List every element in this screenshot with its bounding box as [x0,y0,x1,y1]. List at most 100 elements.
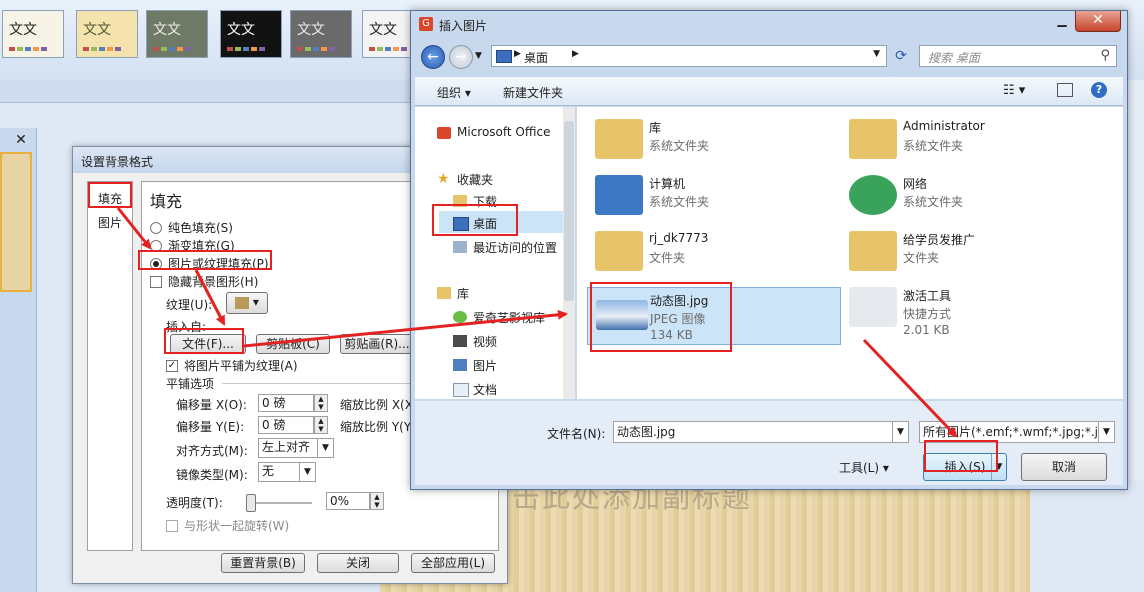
file-item[interactable]: 计算机 系统文件夹 [587,171,841,223]
theme-sample-text: 文文 [83,22,111,38]
scrollbar-thumb[interactable] [564,121,574,301]
close-button[interactable]: 关闭 [317,553,399,573]
theme-thumbnail[interactable]: 文文 [220,10,282,58]
hide-bg-checkbox[interactable] [150,276,162,288]
theme-sample-text: 文文 [9,22,37,38]
tree-item-iqiyi[interactable]: 爱奇艺影视库 [473,309,545,326]
tree-item-favorites[interactable]: 收藏夹 [457,171,493,188]
organize-label: 组织 [437,86,462,100]
hide-bg-label[interactable]: 隐藏背景图形(H) [168,273,258,290]
solid-fill-radio[interactable] [150,222,162,234]
file-item[interactable]: 激活工具 快捷方式 2.01 KB [841,283,1095,337]
tile-label[interactable]: 将图片平铺为纹理(A) [184,357,298,374]
file-item[interactable]: rj_dk7773 文件夹 [587,227,841,279]
recent-places-icon [453,241,467,253]
tree-item-recent[interactable]: 最近访问的位置 [473,239,557,256]
file-list: 库系统文件夹 Administrator 系统文件夹 计算机 系统文件夹 网络 系统文件夹 r… [577,107,1123,399]
filename-input[interactable]: 动态图.jpg ▼ [613,421,909,443]
minimize-icon[interactable]: ▁ [1049,11,1075,31]
forward-icon[interactable]: → [449,45,473,69]
mirror-select[interactable]: 无 ▼ [258,462,316,482]
theme-sample-text: 文文 [153,22,181,38]
clipboard-button[interactable]: 剪贴板(C) [256,334,330,354]
chevron-down-icon[interactable]: ▼ [873,49,880,59]
breadcrumb-chevron-icon[interactable]: ▶ [514,49,521,59]
theme-thumbnail[interactable]: 文文 [76,10,138,58]
file-item[interactable]: Administrator 系统文件夹 [841,115,1095,167]
dialog-titlebar[interactable]: G 插入图片 ▁ ✕ [411,11,1127,39]
tools-menu[interactable]: 工具(L) ▾ [839,459,889,476]
offset-x-label: 偏移量 X(O): [176,398,247,412]
file-size: 2.01 KB [903,323,950,337]
transparency-spinner[interactable]: ▲ ▼ [370,492,384,510]
transparency-input[interactable]: 0% [326,492,370,510]
help-icon[interactable]: ? [1091,82,1107,98]
offset-x-input[interactable]: 0 磅 [258,394,314,412]
tile-checkbox[interactable]: ✓ [166,360,178,372]
texture-swatch-icon [235,296,250,309]
chevron-down-icon[interactable]: ▼ [1098,422,1114,442]
offset-x-spinner[interactable]: ▲ ▼ [314,394,328,412]
texture-picker[interactable]: ▾ [226,292,268,314]
preview-pane-icon[interactable] [1057,83,1073,97]
cancel-button[interactable]: 取消 [1021,453,1107,481]
reset-background-button[interactable]: 重置背景(B) [221,553,305,573]
offset-y-label: 偏移量 Y(E): [176,420,245,434]
dialog-title: 插入图片 [439,19,488,33]
file-name: 计算机 [649,177,686,191]
offset-y-input[interactable]: 0 磅 [258,416,314,434]
solid-fill-label[interactable]: 纯色填充(S) [168,219,233,236]
theme-thumbnail[interactable]: 文文 [2,10,64,58]
history-chevron-icon[interactable]: ▼ [475,51,482,61]
back-icon[interactable]: ← [421,45,445,69]
file-item[interactable]: 库系统文件夹 [587,115,841,167]
tree-item-libraries[interactable]: 库 [457,285,469,302]
tree-item-videos[interactable]: 视频 [473,333,497,350]
chevron-down-icon[interactable]: ▼ [299,463,315,481]
nav-item-picture[interactable]: 图片 [98,214,122,231]
apply-all-button[interactable]: 全部应用(L) [411,553,495,573]
new-folder-button[interactable]: 新建文件夹 [503,84,563,101]
videos-icon [453,335,467,347]
mirror-value: 无 [262,464,275,478]
refresh-icon[interactable]: ⟳ [889,45,913,67]
theme-thumbnail[interactable]: 文文 [146,10,208,58]
tree-item-ms-office[interactable]: Microsoft Office [457,125,550,139]
organize-menu[interactable]: 组织 ▾ [437,84,471,101]
filename-label: 文件名(N): [547,427,606,441]
offset-y-spinner[interactable]: ▲ ▼ [314,416,328,434]
annotation-box [164,328,244,354]
file-type: 文件夹 [903,251,940,265]
tree-item-documents[interactable]: 文档 [473,381,497,398]
chevron-down-icon[interactable]: ▼ [317,439,333,457]
rotate-checkbox[interactable] [166,520,178,532]
view-options-icon[interactable]: ☷ ▾ [1003,83,1025,98]
file-item[interactable]: 网络 系统文件夹 [841,171,1095,223]
search-box[interactable]: 搜索 桌面 ⚲ [919,45,1117,67]
file-item[interactable]: 给学员发推广 文件夹 [841,227,1095,279]
slide-thumbnail[interactable] [0,152,32,292]
computer-icon [595,175,643,215]
tree-item-pictures[interactable]: 图片 [473,357,497,374]
search-input[interactable]: 搜索 桌面 [928,49,980,66]
close-icon[interactable]: ✕ [1075,11,1121,32]
breadcrumb[interactable]: 桌面 [524,49,548,66]
search-icon[interactable]: ⚲ [1100,48,1110,63]
theme-thumbnail[interactable]: 文文 [290,10,352,58]
user-folder-icon [849,119,897,159]
file-type: 快捷方式 [903,307,952,321]
rotate-label[interactable]: 与形状一起旋转(W) [184,517,289,534]
command-toolbar: 组织 ▾ 新建文件夹 ☷ ▾ ? [415,77,1123,106]
transparency-slider-thumb[interactable] [246,494,256,512]
format-nav: 填充 图片 [87,181,133,551]
align-select[interactable]: 左上对齐 ▼ [258,438,334,458]
theme-color-bars [83,47,121,51]
close-icon[interactable]: ✕ [10,132,32,150]
file-type-value: 所有图片(*.emf;*.wmf;*.jpg;*.j [923,425,1098,439]
clipart-button[interactable]: 剪贴画(R)... [340,334,414,354]
breadcrumb-chevron-icon[interactable]: ▶ [572,49,579,59]
chevron-down-icon[interactable]: ▼ [892,422,908,442]
dialog-footer: 文件名(N): 动态图.jpg ▼ 所有图片(*.emf;*.wmf;*.jpg… [415,401,1123,485]
tree-scrollbar[interactable] [563,107,575,399]
address-bar[interactable]: ▶ 桌面 ▶ ▼ [491,45,887,67]
